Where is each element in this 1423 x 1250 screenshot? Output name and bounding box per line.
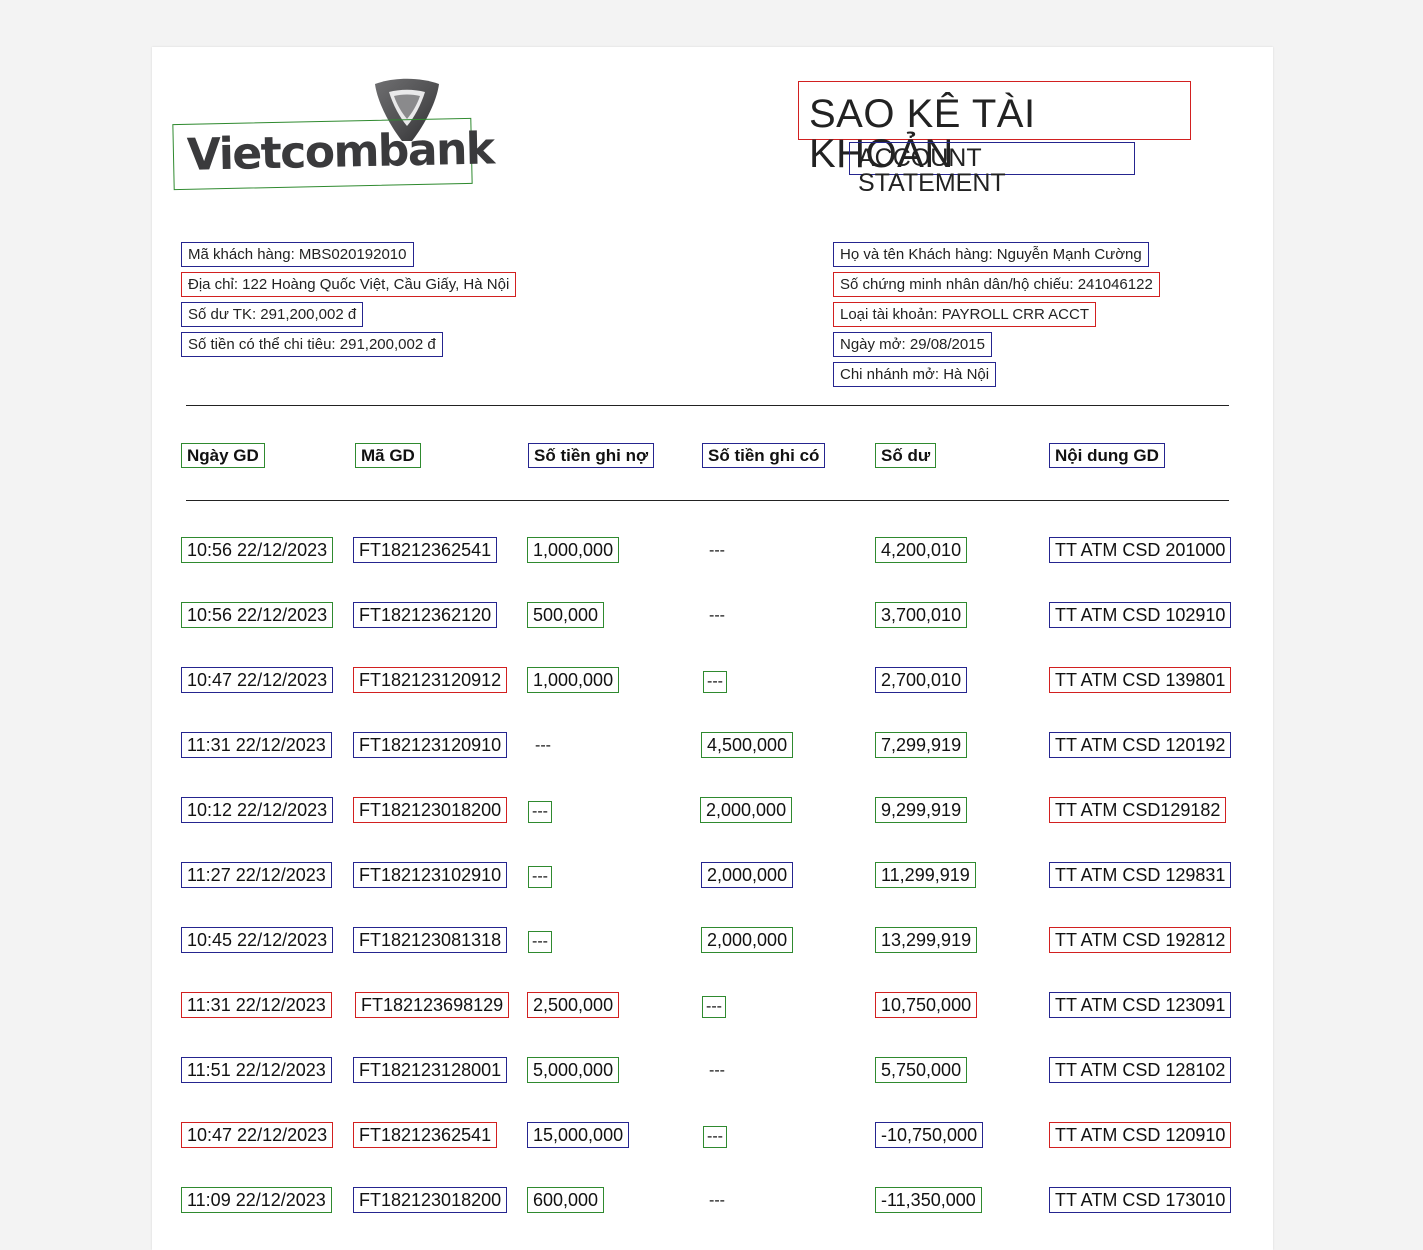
table-cell-description: TT ATM CSD 120910 <box>1049 1122 1232 1148</box>
table-cell-description: TT ATM CSD 123091 <box>1049 992 1232 1018</box>
table-cell-date: 11:31 22/12/2023 <box>181 992 332 1018</box>
table-cell-debit: 500,000 <box>527 602 605 628</box>
table-cell-code: FT182123081318 <box>353 927 508 953</box>
table-cell-debit: --- <box>528 931 552 953</box>
table-cell-debit: 600,000 <box>527 1187 605 1213</box>
table-cell-debit: 1,000,000 <box>527 667 620 693</box>
table-cell-credit: --- <box>709 1192 725 1209</box>
customer-address: Địa chỉ: 122 Hoàng Quốc Việt, Cầu Giấy, … <box>181 272 517 297</box>
table-cell-balance: 9,299,919 <box>875 797 968 823</box>
table-cell-credit: --- <box>709 607 725 624</box>
table-cell-date: 10:45 22/12/2023 <box>181 927 334 953</box>
account-type: Loại tài khoản: PAYROLL CRR ACCT <box>833 302 1096 327</box>
table-cell-debit: 15,000,000 <box>527 1122 630 1148</box>
table-cell-description: TT ATM CSD 102910 <box>1049 602 1232 628</box>
table-cell-debit: --- <box>528 801 552 823</box>
table-cell-code: FT182123120910 <box>353 732 508 758</box>
table-cell-code: FT182123102910 <box>353 862 508 888</box>
table-cell-balance: 10,750,000 <box>875 992 978 1018</box>
table-cell-credit: 2,000,000 <box>700 797 793 823</box>
table-cell-debit: --- <box>535 737 551 754</box>
table-cell-credit: --- <box>709 1062 725 1079</box>
table-cell-code: FT182123018200 <box>353 1187 508 1213</box>
customer-id-number: Số chứng minh nhân dân/hộ chiếu: 2410461… <box>833 272 1160 297</box>
available-balance: Số tiền có thể chi tiêu: 291,200,002 đ <box>181 332 443 357</box>
table-cell-credit: --- <box>703 1126 727 1148</box>
open-branch: Chi nhánh mở: Hà Nội <box>833 362 997 387</box>
page-title: SAO KÊ TÀI KHOẢN <box>798 81 1191 174</box>
table-cell-balance: 7,299,919 <box>875 732 968 758</box>
table-cell-code: FT182123120912 <box>353 667 508 693</box>
table-cell-date: 11:09 22/12/2023 <box>181 1187 332 1213</box>
table-cell-description: TT ATM CSD 201000 <box>1049 537 1232 563</box>
table-cell-credit: --- <box>703 671 727 693</box>
table-cell-balance: 3,700,010 <box>875 602 968 628</box>
table-cell-credit: 2,000,000 <box>701 927 794 953</box>
customer-name: Họ và tên Khách hàng: Nguyễn Mạnh Cường <box>833 242 1149 267</box>
account-balance: Số dư TK: 291,200,002 đ <box>181 302 364 327</box>
page-subtitle: ACCOUNT STATEMENT <box>849 142 1135 196</box>
table-cell-date: 10:12 22/12/2023 <box>181 797 334 823</box>
table-cell-description: TT ATM CSD 120192 <box>1049 732 1232 758</box>
table-cell-description: TT ATM CSD 139801 <box>1049 667 1232 693</box>
table-cell-code: FT182123018200 <box>353 797 508 823</box>
table-cell-balance: -10,750,000 <box>875 1122 984 1148</box>
table-cell-balance: 4,200,010 <box>875 537 968 563</box>
table-cell-date: 10:47 22/12/2023 <box>181 1122 334 1148</box>
open-date: Ngày mở: 29/08/2015 <box>833 332 992 357</box>
table-cell-debit: 2,500,000 <box>527 992 620 1018</box>
table-cell-description: TT ATM CSD 128102 <box>1049 1057 1232 1083</box>
table-cell-description: TT ATM CSD 129831 <box>1049 862 1232 888</box>
table-cell-description: TT ATM CSD129182 <box>1049 797 1227 823</box>
table-cell-description: TT ATM CSD 192812 <box>1049 927 1232 953</box>
table-cell-date: 10:47 22/12/2023 <box>181 667 334 693</box>
table-cell-debit: 1,000,000 <box>527 537 620 563</box>
table-cell-code: FT18212362541 <box>353 1122 498 1148</box>
col-header-credit: Số tiền ghi có <box>702 443 826 468</box>
table-cell-date: 11:27 22/12/2023 <box>181 862 332 888</box>
table-cell-code: FT18212362541 <box>353 537 498 563</box>
col-header-date: Ngày GD <box>181 443 265 468</box>
table-cell-date: 11:31 22/12/2023 <box>181 732 332 758</box>
table-cell-debit: 5,000,000 <box>527 1057 620 1083</box>
col-header-debit: Số tiền ghi nợ <box>528 443 655 468</box>
col-header-balance: Số dư <box>875 443 937 468</box>
table-cell-balance: 13,299,919 <box>875 927 978 953</box>
table-cell-balance: -11,350,000 <box>875 1187 982 1213</box>
table-cell-balance: 2,700,010 <box>875 667 968 693</box>
table-cell-balance: 11,299,919 <box>875 862 976 888</box>
table-cell-date: 10:56 22/12/2023 <box>181 537 334 563</box>
table-cell-code: FT18212362120 <box>353 602 498 628</box>
table-cell-credit: --- <box>702 996 726 1018</box>
table-cell-credit: 2,000,000 <box>701 862 794 888</box>
table-cell-debit: --- <box>528 866 552 888</box>
col-header-code: Mã GD <box>355 443 421 468</box>
table-cell-date: 10:56 22/12/2023 <box>181 602 334 628</box>
table-cell-description: TT ATM CSD 173010 <box>1049 1187 1232 1213</box>
divider-header <box>186 500 1229 501</box>
divider-top <box>186 405 1229 406</box>
table-cell-balance: 5,750,000 <box>875 1057 968 1083</box>
table-cell-credit: --- <box>709 542 725 559</box>
col-header-description: Nội dung GD <box>1049 443 1165 468</box>
bank-logo-text: Vietcombank <box>172 117 494 191</box>
table-cell-code: FT182123698129 <box>355 992 510 1018</box>
table-cell-date: 11:51 22/12/2023 <box>181 1057 332 1083</box>
table-cell-code: FT182123128001 <box>353 1057 508 1083</box>
customer-id: Mã khách hàng: MBS020192010 <box>181 242 414 267</box>
table-cell-credit: 4,500,000 <box>701 732 794 758</box>
